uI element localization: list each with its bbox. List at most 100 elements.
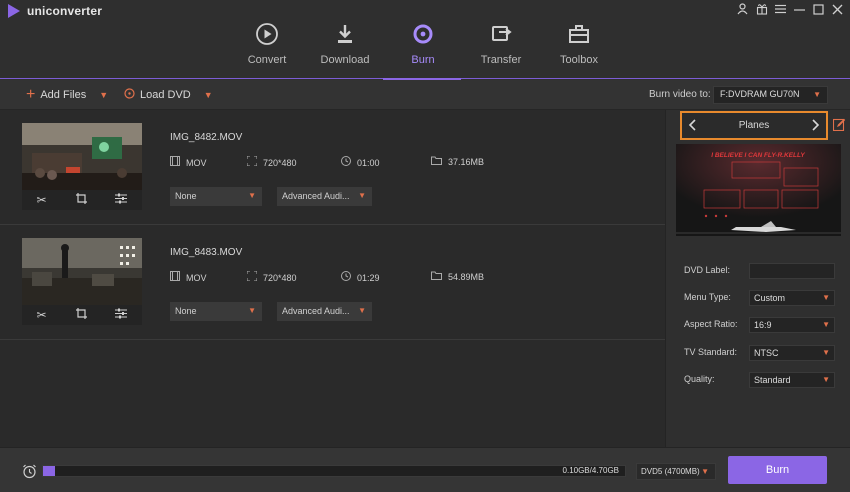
app-logo: uniconverter bbox=[8, 4, 102, 18]
file-resolution-value: 720*480 bbox=[263, 157, 297, 168]
trim-icon[interactable]: ✂ bbox=[36, 193, 46, 207]
file-duration-value: 01:00 bbox=[357, 157, 380, 168]
resolution-icon bbox=[246, 270, 258, 284]
clock-icon bbox=[341, 271, 351, 284]
subtitle-select[interactable]: None ▼ bbox=[170, 302, 262, 321]
chevron-down-icon: ▼ bbox=[822, 320, 830, 329]
dvd-label-field: DVD Label: bbox=[684, 263, 844, 279]
video-thumbnail[interactable]: ✂ bbox=[22, 123, 142, 210]
minimize-icon[interactable] bbox=[793, 2, 806, 16]
add-files-label: Add Files bbox=[40, 89, 87, 101]
burn-settings-panel: Planes I BELIEVE I CAN FLY-R.KELLY DVD L… bbox=[665, 110, 850, 447]
effects-icon[interactable] bbox=[115, 308, 128, 322]
thumbnail-tools: ✂ bbox=[22, 190, 142, 210]
audio-track-select[interactable]: Advanced Audi... ▼ bbox=[277, 302, 372, 321]
tv-standard-field: TV Standard: NTSC ▼ bbox=[684, 345, 844, 361]
bottom-bar: 0.10GB/4.70GB DVD5 (4700MB) ▼ Burn bbox=[0, 447, 850, 492]
video-thumbnail[interactable]: ✂ bbox=[22, 238, 142, 325]
thumbnail-image bbox=[22, 238, 142, 305]
dvd-label-input[interactable] bbox=[749, 263, 835, 279]
add-files-button[interactable]: + Add Files ▼ bbox=[26, 80, 108, 110]
subtitle-select[interactable]: None ▼ bbox=[170, 187, 262, 206]
file-format: MOV bbox=[170, 156, 207, 169]
file-size: 37.16MB bbox=[431, 156, 484, 168]
burn-target-select[interactable]: F:DVDRAM GU70N ▼ bbox=[713, 86, 828, 104]
thumbnail-image bbox=[22, 123, 142, 190]
aspect-ratio-select[interactable]: 16:9 ▼ bbox=[749, 317, 835, 333]
tab-burn[interactable]: Burn bbox=[384, 0, 462, 80]
file-duration: 01:29 bbox=[341, 271, 380, 284]
quality-value: Standard bbox=[754, 375, 791, 385]
crop-icon[interactable] bbox=[75, 308, 87, 322]
tv-standard-label: TV Standard: bbox=[684, 347, 738, 357]
toolbar: + Add Files ▼ Load DVD ▼ Burn video to: … bbox=[0, 80, 850, 110]
menu-type-select[interactable]: Custom ▼ bbox=[749, 290, 835, 306]
maximize-icon[interactable] bbox=[812, 2, 825, 16]
logo-play-icon bbox=[8, 4, 20, 18]
file-duration: 01:00 bbox=[341, 156, 380, 169]
file-size: 54.89MB bbox=[431, 271, 484, 283]
menu-template-preview[interactable]: I BELIEVE I CAN FLY-R.KELLY bbox=[676, 144, 841, 236]
effects-icon[interactable] bbox=[115, 193, 128, 207]
disc-type-value: DVD5 (4700MB) bbox=[641, 467, 700, 476]
file-format-value: MOV bbox=[186, 157, 207, 168]
edit-template-icon[interactable] bbox=[832, 118, 846, 134]
audio-track-value: Advanced Audi... bbox=[282, 191, 350, 201]
file-row[interactable]: ✂ IMG_8483.MOV MOV 720*480 01:29 54.89MB… bbox=[0, 225, 665, 340]
trim-icon[interactable]: ✂ bbox=[36, 308, 46, 322]
subtitle-value: None bbox=[175, 191, 197, 201]
schedule-icon[interactable] bbox=[22, 464, 37, 482]
menu-type-value: Custom bbox=[754, 293, 786, 303]
quality-field: Quality: Standard ▼ bbox=[684, 372, 844, 388]
chevron-down-icon: ▼ bbox=[822, 293, 830, 302]
transfer-icon bbox=[487, 20, 515, 48]
close-icon[interactable] bbox=[831, 2, 844, 16]
chevron-down-icon[interactable]: ▼ bbox=[204, 90, 213, 100]
chevron-down-icon: ▼ bbox=[701, 467, 709, 476]
tab-toolbox-label: Toolbox bbox=[560, 54, 598, 66]
tab-convert[interactable]: Convert bbox=[228, 0, 306, 80]
window-controls bbox=[736, 2, 844, 16]
quality-label: Quality: bbox=[684, 374, 715, 384]
file-name: IMG_8483.MOV bbox=[170, 247, 243, 258]
load-dvd-label: Load DVD bbox=[140, 89, 191, 101]
download-icon bbox=[331, 20, 359, 48]
tab-transfer[interactable]: Transfer bbox=[462, 0, 540, 80]
file-row[interactable]: ✂ IMG_8482.MOV MOV 720*480 01:00 37.16MB… bbox=[0, 110, 665, 225]
audio-track-select[interactable]: Advanced Audi... ▼ bbox=[277, 187, 372, 206]
preview-title: I BELIEVE I CAN FLY-R.KELLY bbox=[711, 152, 805, 159]
thumbnail-tools: ✂ bbox=[22, 305, 142, 325]
file-duration-value: 01:29 bbox=[357, 272, 380, 283]
film-icon bbox=[170, 156, 180, 169]
chevron-down-icon[interactable]: ▼ bbox=[99, 90, 108, 100]
clock-icon bbox=[341, 156, 351, 169]
chevron-down-icon: ▼ bbox=[358, 191, 366, 200]
file-format-value: MOV bbox=[186, 272, 207, 283]
tab-toolbox[interactable]: Toolbox bbox=[540, 0, 618, 80]
chevron-down-icon: ▼ bbox=[248, 306, 256, 315]
disc-usage-text: 0.10GB/4.70GB bbox=[562, 466, 619, 475]
file-format: MOV bbox=[170, 271, 207, 284]
quality-select[interactable]: Standard ▼ bbox=[749, 372, 835, 388]
disc-usage-bar: 0.10GB/4.70GB bbox=[42, 465, 626, 477]
disc-type-select[interactable]: DVD5 (4700MB) ▼ bbox=[636, 463, 716, 480]
user-icon[interactable] bbox=[736, 2, 749, 16]
file-size-value: 37.16MB bbox=[448, 157, 485, 167]
tab-transfer-label: Transfer bbox=[480, 54, 522, 66]
chevron-right-icon[interactable] bbox=[812, 118, 820, 134]
convert-icon bbox=[253, 20, 281, 48]
file-resolution-value: 720*480 bbox=[263, 272, 297, 283]
tv-standard-value: NTSC bbox=[754, 348, 779, 358]
gift-icon[interactable] bbox=[755, 2, 768, 16]
file-resolution: 720*480 bbox=[246, 270, 297, 284]
load-dvd-button[interactable]: Load DVD ▼ bbox=[124, 80, 213, 110]
menu-icon[interactable] bbox=[774, 2, 787, 16]
burn-button[interactable]: Burn bbox=[728, 456, 827, 484]
main-nav: Convert Download Burn Transfer Toolbox bbox=[228, 0, 618, 80]
tv-standard-select[interactable]: NTSC ▼ bbox=[749, 345, 835, 361]
file-size-value: 54.89MB bbox=[448, 272, 485, 282]
tab-download[interactable]: Download bbox=[306, 0, 384, 80]
chevron-left-icon[interactable] bbox=[688, 118, 696, 134]
crop-icon[interactable] bbox=[75, 193, 87, 207]
disc-usage-fill bbox=[43, 466, 55, 476]
